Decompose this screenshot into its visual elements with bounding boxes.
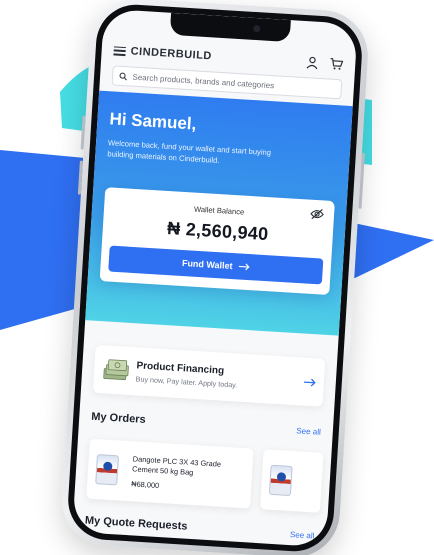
brand-logo: CINDERBUILD <box>130 45 213 63</box>
cement-bag-image <box>268 464 293 497</box>
money-stack-icon <box>103 359 129 381</box>
order-price: ₦68,000 <box>131 479 160 490</box>
wallet-card: Wallet Balance ₦ 2,560,940 Fund Wallet <box>99 187 335 296</box>
hero-subtitle: Welcome back, fund your wallet and start… <box>107 138 272 166</box>
orders-see-all-link[interactable]: See all <box>296 426 321 436</box>
quotes-section-header: My Quote Requests See all <box>85 515 315 541</box>
app-screen: CINDERBUILD Search products, brands and … <box>72 8 358 548</box>
search-icon <box>119 72 127 80</box>
quotes-see-all-link[interactable]: See all <box>290 530 315 540</box>
fund-wallet-button[interactable]: Fund Wallet <box>108 245 324 285</box>
order-product-name: Dangote PLC 3X 43 Grade Cement 50 kg Bag <box>131 454 222 478</box>
cement-bag-image <box>95 454 119 486</box>
order-card[interactable]: Dangote PLC 3X 43 Grade Cement 50 kg Bag… <box>86 438 254 509</box>
arrow-right-icon <box>238 263 250 271</box>
phone-notch <box>169 12 291 43</box>
orders-title: My Orders <box>90 410 146 427</box>
user-icon[interactable] <box>305 55 320 70</box>
eye-off-icon[interactable] <box>310 208 325 221</box>
phone-frame: CINDERBUILD Search products, brands and … <box>59 0 371 555</box>
cart-icon[interactable] <box>329 57 344 72</box>
search-input[interactable] <box>132 72 336 94</box>
product-financing-card[interactable]: Product Financing Buy now, Pay later. Ap… <box>92 344 326 407</box>
order-card-next[interactable] <box>259 449 324 513</box>
fund-wallet-label: Fund Wallet <box>181 257 233 272</box>
hero-banner: Hi Samuel, Welcome back, fund your walle… <box>85 90 353 336</box>
orders-section-header: My Orders See all <box>91 411 321 437</box>
greeting-title: Hi Samuel, <box>108 109 197 134</box>
quotes-title: My Quote Requests <box>84 514 188 533</box>
hamburger-icon[interactable] <box>113 45 126 56</box>
arrow-right-icon[interactable] <box>303 377 317 387</box>
